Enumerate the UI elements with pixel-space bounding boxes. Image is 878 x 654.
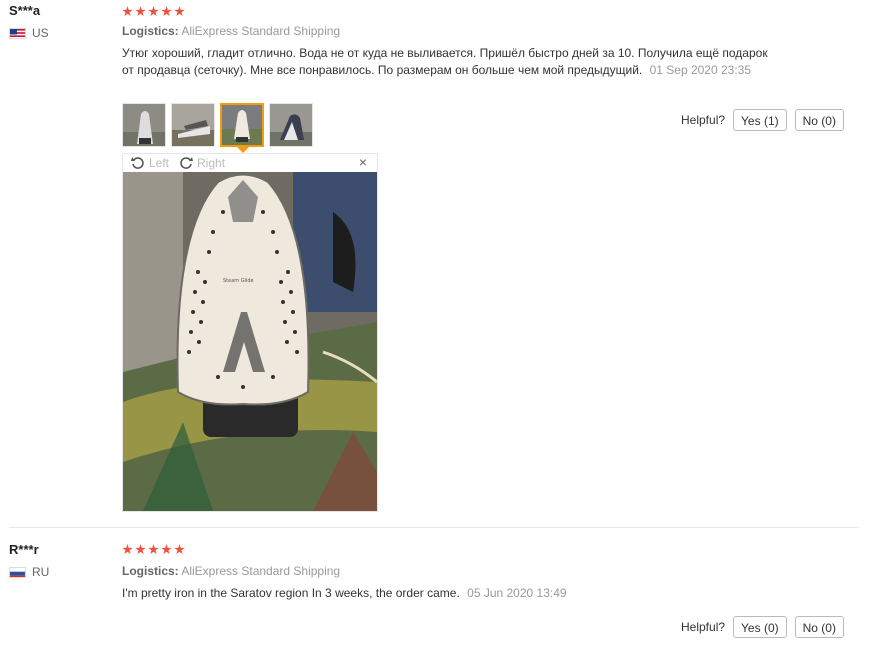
review-photo-large: Steam Glide [123,172,377,511]
rotate-left-label: Left [149,156,170,170]
star-icon [122,6,133,17]
review-date: 05 Jun 2020 13:49 [467,586,567,600]
logistics-value: AliExpress Standard Shipping [181,564,341,578]
star-icon [135,544,146,555]
star-rating [122,544,185,555]
country-code: RU [32,565,50,579]
reviewer-name: S***a [9,3,41,18]
rotate-left-icon [131,157,144,169]
feedback-text: I'm pretty iron in the Saratov region In… [122,586,460,600]
helpful-vote: Helpful? Yes (1) No (0) [681,109,844,131]
star-icon [148,6,159,17]
star-icon [161,544,172,555]
review-date: 01 Sep 2020 23:35 [649,63,752,77]
helpful-no-button[interactable]: No (0) [794,616,844,638]
country-code: US [32,26,49,40]
reviewer-name: R***r [9,542,39,557]
helpful-label: Helpful? [681,620,726,634]
star-icon [174,544,185,555]
helpful-label: Helpful? [681,113,726,127]
reviewer-country: US [9,26,49,40]
photo-thumbnail-active[interactable] [220,103,264,147]
ru-flag-icon [9,566,26,578]
review-photo-thumbnails [122,103,313,147]
logistics-info: Logistics: AliExpress Standard Shipping [122,24,340,38]
rotate-left-button[interactable]: Left [131,156,169,170]
review-text: I'm pretty iron in the Saratov region In… [122,585,782,602]
logistics-label: Logistics: [122,24,179,38]
review-divider [9,527,859,528]
logistics-info: Logistics: AliExpress Standard Shipping [122,564,340,578]
review-text: Утюг хороший, гладит отлично. Вода не от… [122,45,782,79]
logistics-label: Logistics: [122,564,179,578]
close-icon[interactable]: × [359,154,367,170]
reviewer-country: RU [9,565,49,579]
helpful-vote: Helpful? Yes (0) No (0) [681,616,844,638]
viewer-toolbar: Left Right × [123,154,377,172]
rotate-right-label: Right [197,156,226,170]
star-icon [161,6,172,17]
star-icon [135,6,146,17]
helpful-yes-button[interactable]: Yes (1) [733,109,787,131]
helpful-no-button[interactable]: No (0) [794,109,844,131]
star-rating [122,6,185,17]
photo-thumbnail[interactable] [269,103,313,147]
rotate-right-icon [180,157,194,169]
star-icon [122,544,133,555]
photo-viewer: Left Right × Steam Glide [122,153,378,512]
logistics-value: AliExpress Standard Shipping [181,24,341,38]
us-flag-icon [9,27,26,39]
star-icon [174,6,185,17]
photo-thumbnail[interactable] [171,103,215,147]
helpful-yes-button[interactable]: Yes (0) [733,616,787,638]
svg-text:Steam Glide: Steam Glide [223,278,254,284]
rotate-right-button[interactable]: Right [179,156,225,170]
star-icon [148,544,159,555]
photo-thumbnail[interactable] [122,103,166,147]
